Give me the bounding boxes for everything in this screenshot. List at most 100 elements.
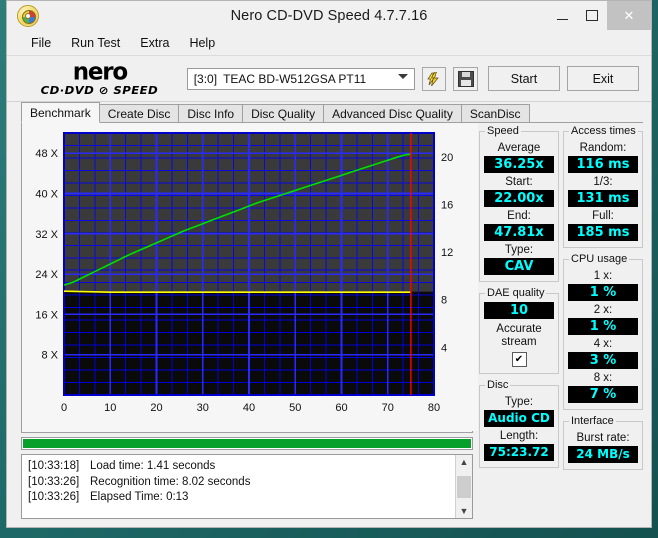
save-results-button[interactable] [453,66,478,91]
svg-text:8: 8 [441,295,447,307]
log-panel: [10:33:18] Load time: 1.41 seconds [10:33… [21,437,473,519]
scroll-down-icon[interactable]: ▼ [460,504,469,518]
stats-area: Speed Average 36.25x Start: 22.00x End: … [473,123,643,521]
log-line: [10:33:26] Recognition time: 8.02 seconds [28,475,455,491]
accurate-stream-label-line1: Accurate [496,323,542,335]
maximize-icon [586,10,598,21]
svg-text:70: 70 [382,402,394,414]
average-speed-value: 36.25x [484,156,554,173]
log-text: Elapsed Time: 0:13 [90,491,189,503]
log-line-list: [10:33:18] Load time: 1.41 seconds [10:33… [22,455,455,518]
disc-type-label: Type: [504,396,534,408]
tab-advanced-disc-quality[interactable]: Advanced Disc Quality [323,104,462,123]
svg-text:24 X: 24 X [35,269,58,281]
log-line: [10:33:26] Elapsed Time: 0:13 [28,490,455,506]
svg-text:60: 60 [335,402,347,414]
svg-text:4: 4 [441,342,447,354]
menu-item-help[interactable]: Help [179,33,225,53]
disc-length-label: Length: [499,430,539,442]
menu-item-run-test[interactable]: Run Test [61,33,130,53]
speed-group: Speed Average 36.25x Start: 22.00x End: … [479,125,559,282]
app-window: Nero CD-DVD Speed 4.7.7.16 ✕ File Run Te… [6,0,652,528]
burst-rate-label: Burst rate: [576,432,630,444]
window-controls: ✕ [547,1,651,30]
tab-disc-info[interactable]: Disc Info [178,104,244,123]
log-box: [10:33:18] Load time: 1.41 seconds [10:33… [21,454,473,519]
progress-bar-track [21,437,473,450]
menu-item-extra[interactable]: Extra [130,33,179,53]
log-scrollbar[interactable]: ▲ ▼ [455,455,472,518]
cpu-1x-label: 1 x: [593,270,613,282]
tab-disc-quality[interactable]: Disc Quality [242,104,325,123]
minimize-icon [556,18,568,20]
drive-select[interactable]: [3:0] TEAC BD-W512GSA PT11 [186,67,415,90]
scrollbar-thumb[interactable] [457,475,471,498]
stats-column-right: Access times Random: 116 ms 1/3: 131 ms … [563,125,643,521]
random-access-label: Random: [579,142,627,154]
burst-rate-value: 24 MB/s [568,446,638,463]
svg-text:40: 40 [243,402,255,414]
log-line: [10:33:18] Load time: 1.41 seconds [28,459,455,475]
svg-text:16: 16 [441,199,453,211]
svg-text:8 X: 8 X [41,350,58,362]
svg-text:32 X: 32 X [35,229,58,241]
nero-disc-icon [17,4,39,27]
dae-quality-value: 10 [484,302,554,319]
cpu-usage-group: CPU usage 1 x: 1 % 2 x: 1 % 4 x: 3 % 8 x… [563,253,643,410]
speed-type-label: Type: [504,244,534,256]
dae-quality-legend: DAE quality [487,287,545,299]
close-button[interactable]: ✕ [607,1,651,30]
svg-text:16 X: 16 X [35,309,58,321]
access-times-legend: Access times [571,125,636,137]
menu-bar: File Run Test Extra Help [7,30,651,56]
exit-button[interactable]: Exit [566,66,639,91]
svg-text:20: 20 [441,152,453,164]
disc-group: Disc Type: Audio CD Length: 75:23.72 [479,379,559,468]
log-timestamp: [10:33:26] [28,491,80,503]
cpu-4x-value: 3 % [568,352,638,369]
log-text: Recognition time: 8.02 seconds [90,475,251,488]
full-access-label: Full: [592,210,614,222]
tab-scandisc[interactable]: ScanDisc [460,104,530,123]
benchmark-chart: 8 X 16 X 24 X 32 X 40 X 48 X 4 8 12 16 20 0 10 20 30 40… [22,123,478,431]
lightning-bolt-icon [427,71,439,86]
start-button[interactable]: Start [487,66,560,91]
speed-type-value: CAV [484,258,554,275]
average-speed-label: Average [497,142,541,154]
speed-group-legend: Speed [487,125,519,137]
menu-item-file[interactable]: File [21,33,61,53]
cpu-4x-label: 4 x: [593,338,613,350]
logo-wordmark: nero [72,58,129,86]
svg-text:12: 12 [441,247,453,259]
svg-text:30: 30 [197,402,209,414]
disc-group-legend: Disc [487,379,509,391]
end-speed-label: End: [507,210,531,222]
cpu-8x-value: 7 % [568,386,638,403]
minimize-button[interactable] [547,1,577,30]
benchmark-chart-panel: 8 X 16 X 24 X 32 X 40 X 48 X 4 8 12 16 20 0 10 20 30 40… [21,123,478,433]
accurate-stream-checkbox[interactable]: ✔ [511,352,527,367]
scroll-up-icon[interactable]: ▲ [460,455,469,469]
start-speed-value: 22.00x [484,190,554,207]
svg-text:48 X: 48 X [35,148,58,160]
speed-test-button[interactable] [421,66,447,91]
stats-column-left: Speed Average 36.25x Start: 22.00x End: … [479,125,559,521]
maximize-button[interactable] [577,1,607,30]
disc-type-value: Audio CD [484,410,554,427]
log-timestamp: [10:33:26] [28,475,80,488]
floppy-disk-icon [457,70,474,87]
tab-create-disc[interactable]: Create Disc [98,104,180,123]
start-speed-label: Start: [505,176,533,188]
chart-and-log-column: 8 X 16 X 24 X 32 X 40 X 48 X 4 8 12 16 20 0 10 20 30 40… [21,123,478,521]
svg-text:20: 20 [150,402,162,414]
dae-quality-group: DAE quality 10 Accurate stream ✔ [479,287,559,374]
interface-group: Interface Burst rate: 24 MB/s [563,415,643,470]
cpu-2x-value: 1 % [568,318,638,335]
third-access-value: 131 ms [568,190,638,207]
svg-text:80: 80 [428,402,440,414]
cpu-1x-value: 1 % [568,284,638,301]
cpu-8x-label: 8 x: [593,372,613,384]
accurate-stream-label-line2: stream [501,336,537,348]
svg-text:0: 0 [61,402,67,414]
tab-benchmark[interactable]: Benchmark [21,102,100,123]
